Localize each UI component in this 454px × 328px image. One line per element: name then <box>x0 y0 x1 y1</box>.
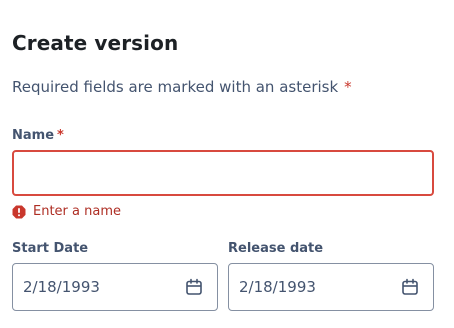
name-required-asterisk: * <box>57 128 64 143</box>
error-icon <box>12 205 26 219</box>
start-date-label: Start Date <box>12 241 89 256</box>
error-text: Enter a name <box>33 204 121 219</box>
page-title: Create version <box>12 31 179 55</box>
release-date-value: 2/18/1993 <box>239 278 316 296</box>
name-label-text: Name <box>12 128 55 143</box>
start-date-value: 2/18/1993 <box>23 278 100 296</box>
create-version-form: Create version Required fields are marke… <box>0 0 454 328</box>
start-date-picker[interactable]: 2/18/1993 <box>12 263 218 311</box>
name-error-message: Enter a name <box>12 203 121 221</box>
release-date-picker[interactable]: 2/18/1993 <box>228 263 434 311</box>
calendar-icon[interactable] <box>185 278 203 296</box>
required-asterisk: * <box>344 78 352 96</box>
name-label: Name * <box>12 128 64 144</box>
required-fields-note: Required fields are marked with an aster… <box>12 77 352 97</box>
required-note-text: Required fields are marked with an aster… <box>12 78 339 96</box>
calendar-icon[interactable] <box>401 278 419 296</box>
name-input[interactable] <box>12 150 434 196</box>
release-date-label: Release date <box>228 241 324 256</box>
